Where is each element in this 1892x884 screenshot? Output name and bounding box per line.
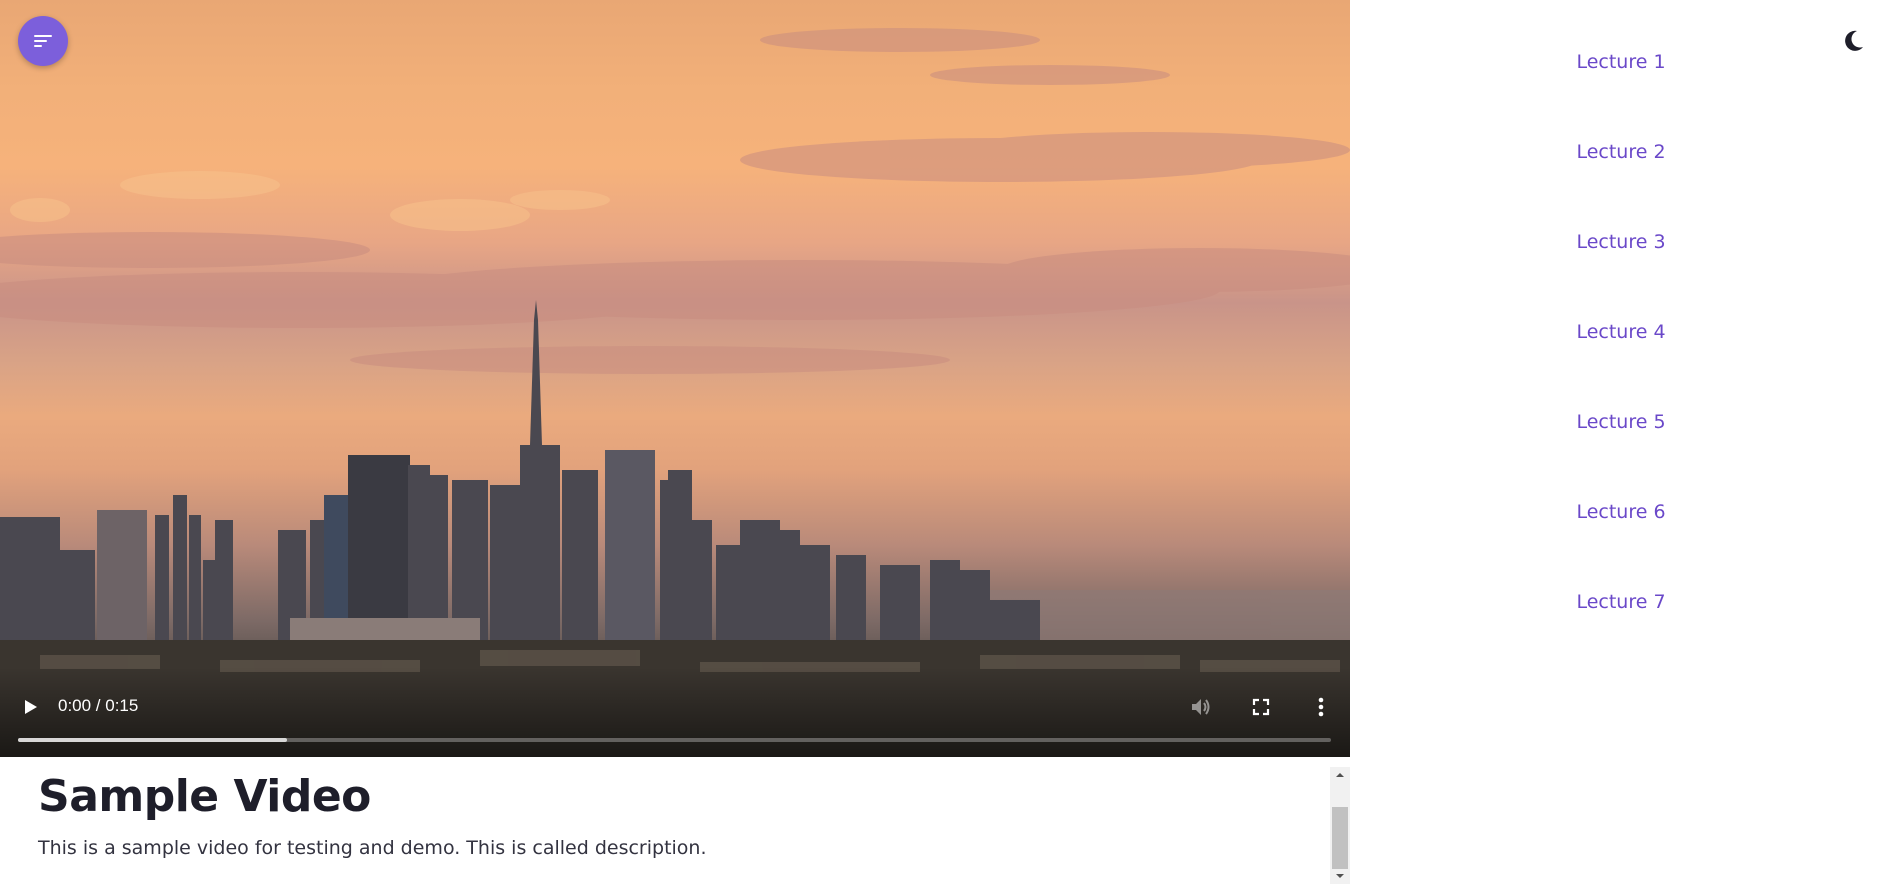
video-title: Sample Video [38, 771, 371, 822]
play-button[interactable] [20, 695, 42, 719]
fullscreen-button[interactable] [1248, 694, 1274, 720]
moon-icon [1845, 30, 1863, 51]
lecture-link[interactable]: Lecture 2 [1350, 132, 1892, 172]
play-icon [25, 700, 37, 714]
info-scrollbar[interactable] [1330, 767, 1350, 884]
scroll-thumb[interactable] [1332, 807, 1348, 869]
app-root: 0:00 / 0:15 Sample Video This is a sampl… [0, 0, 1892, 884]
lecture-link[interactable]: Lecture 5 [1350, 402, 1892, 442]
progress-buffered [18, 738, 288, 742]
video-frame-skyline [0, 28, 1350, 757]
scroll-up-button[interactable] [1330, 767, 1350, 783]
mute-button[interactable] [1188, 694, 1214, 720]
lecture-link[interactable]: Lecture 4 [1350, 312, 1892, 352]
lecture-link[interactable]: Lecture 7 [1350, 582, 1892, 622]
theme-toggle-button[interactable] [1840, 28, 1866, 54]
scroll-down-arrow-icon [1336, 874, 1344, 878]
menu-button[interactable] [18, 16, 68, 66]
fullscreen-icon [1252, 698, 1270, 716]
more-vert-icon [1318, 697, 1324, 717]
lecture-link[interactable]: Lecture 6 [1350, 492, 1892, 532]
video-description: This is a sample video for testing and d… [38, 837, 707, 859]
lecture-sidebar: Lecture 1 Lecture 2 Lecture 3 Lecture 4 … [1350, 0, 1892, 884]
volume-icon [1192, 699, 1210, 715]
scroll-down-button[interactable] [1330, 868, 1350, 884]
scroll-up-arrow-icon [1336, 773, 1344, 777]
time-display: 0:00 / 0:15 [58, 696, 139, 715]
progress-bar[interactable] [18, 738, 1331, 742]
more-options-button[interactable] [1308, 694, 1334, 720]
video-controls: 0:00 / 0:15 [0, 667, 1350, 757]
menu-lines-icon [34, 35, 52, 47]
video-info-panel: Sample Video This is a sample video for … [0, 757, 1350, 884]
lecture-link[interactable]: Lecture 3 [1350, 222, 1892, 262]
video-player[interactable]: 0:00 / 0:15 [0, 0, 1350, 757]
lecture-link[interactable]: Lecture 1 [1350, 42, 1892, 82]
